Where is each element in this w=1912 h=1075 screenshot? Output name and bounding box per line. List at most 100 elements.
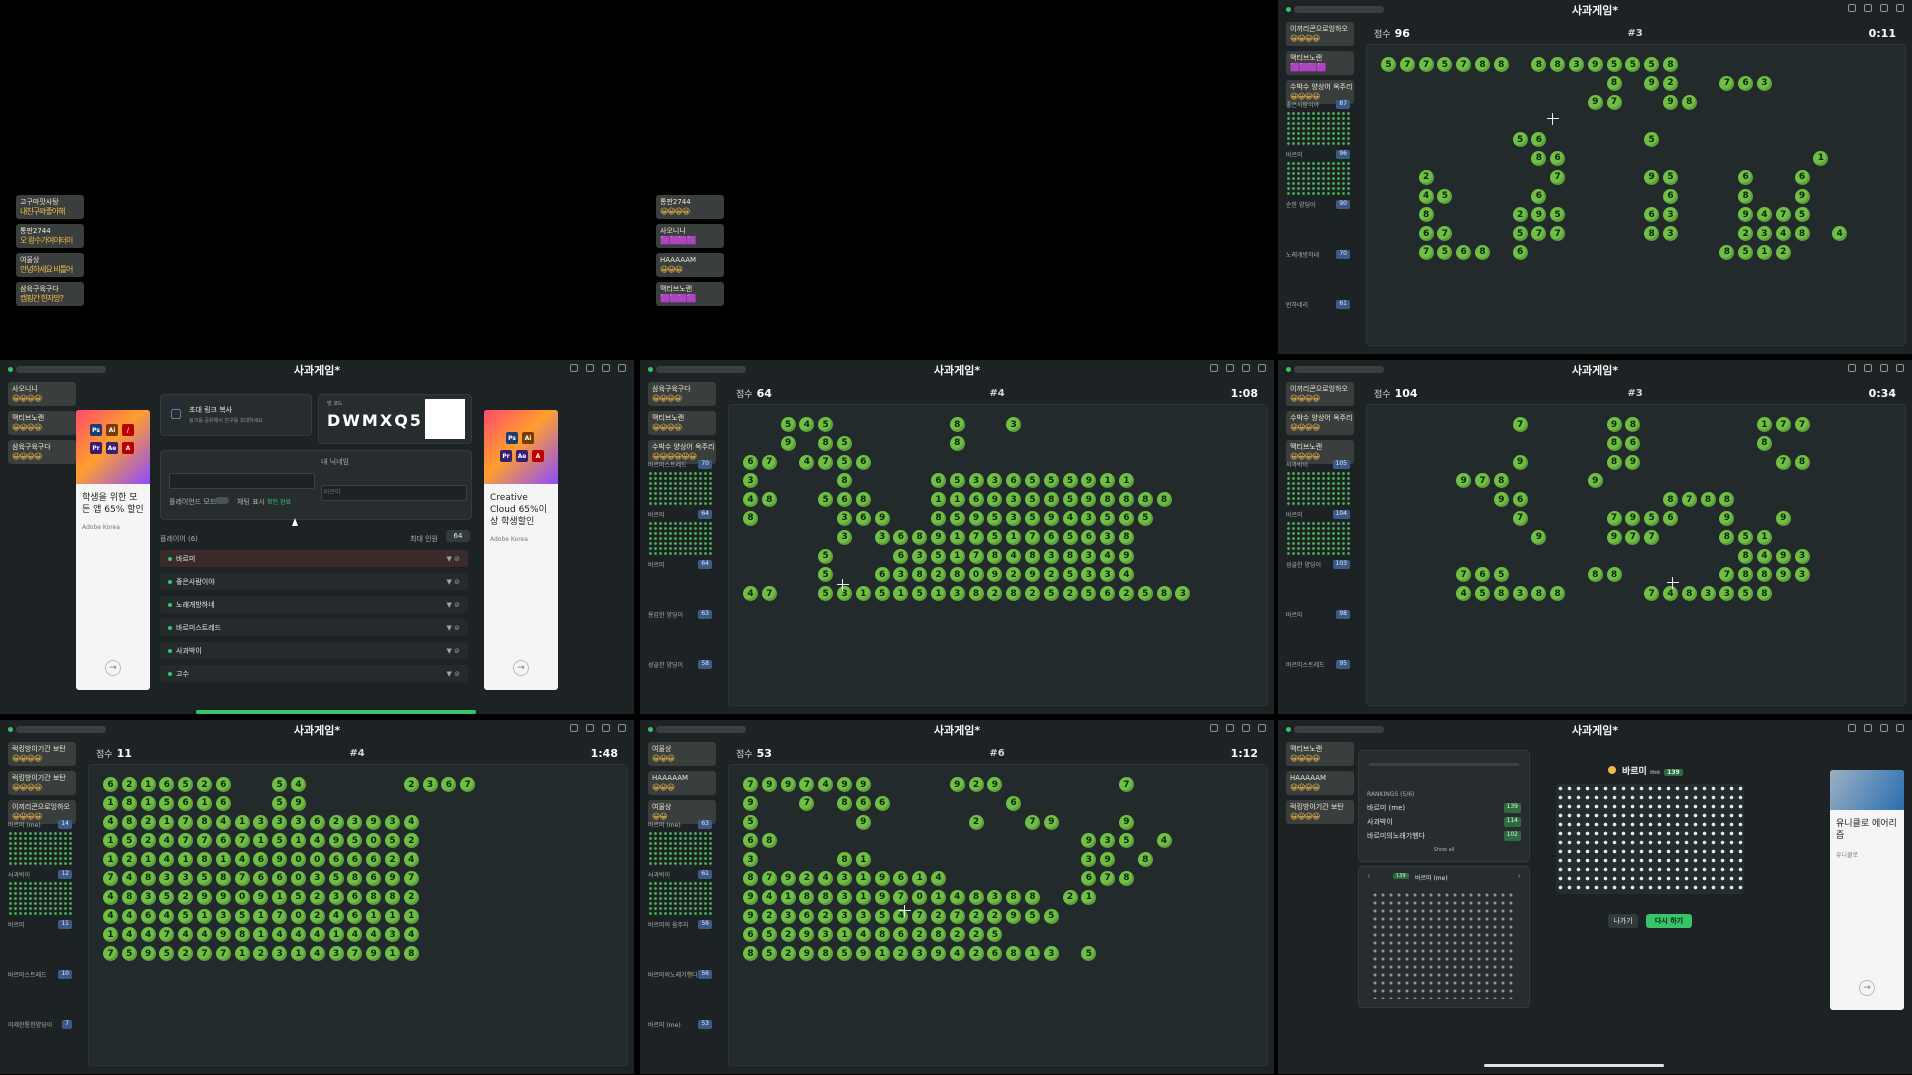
apple-cell[interactable]: 6: [103, 777, 118, 792]
apple-cell[interactable]: 5: [912, 586, 928, 602]
apple-cell[interactable]: 8: [1738, 567, 1754, 583]
apple-cell[interactable]: 9: [1644, 169, 1660, 185]
apple-cell[interactable]: 1: [366, 908, 382, 924]
apple-cell[interactable]: 3: [1700, 586, 1716, 602]
apple-cell[interactable]: 2: [761, 908, 777, 924]
apple-cell[interactable]: 7: [403, 870, 419, 886]
apple-cell[interactable]: 4: [761, 889, 777, 905]
apple-cell[interactable]: 4: [743, 586, 758, 602]
apple-cell[interactable]: 2: [1775, 244, 1791, 260]
apple-cell[interactable]: 7: [178, 833, 194, 849]
trash-icon[interactable]: [1242, 724, 1250, 732]
apple-cell[interactable]: 6: [855, 454, 871, 470]
apple-cell[interactable]: 9: [215, 927, 231, 943]
apple-cell[interactable]: 6: [1794, 169, 1810, 185]
apple-cell[interactable]: 8: [1606, 435, 1622, 451]
moon-icon[interactable]: [618, 724, 626, 732]
apple-cell[interactable]: 4: [103, 889, 118, 905]
apple-cell[interactable]: 3: [1756, 75, 1772, 91]
apple-cell[interactable]: 5: [272, 833, 288, 849]
apple-cell[interactable]: 4: [1156, 833, 1172, 849]
apple-cell[interactable]: 9: [1738, 207, 1754, 223]
apple-cell[interactable]: 8: [234, 927, 250, 943]
apple-cell[interactable]: 5: [987, 510, 1003, 526]
apple-cell[interactable]: 7: [1719, 567, 1735, 583]
apple-cell[interactable]: 3: [290, 814, 306, 830]
apple-cell[interactable]: 3: [1719, 586, 1735, 602]
arrow-right-icon[interactable]: →: [105, 660, 121, 676]
apple-cell[interactable]: 7: [761, 454, 777, 470]
apple-cell[interactable]: 3: [818, 927, 834, 943]
apple-cell[interactable]: 5: [1437, 57, 1453, 72]
apple-cell[interactable]: 9: [761, 777, 777, 792]
apple-cell[interactable]: 4: [818, 777, 834, 792]
apple-cell[interactable]: 9: [799, 946, 815, 962]
apple-cell[interactable]: 7: [1644, 586, 1660, 602]
progress-slider[interactable]: [1369, 763, 1519, 766]
apple-cell[interactable]: 8: [968, 586, 984, 602]
apple-cell[interactable]: 5: [1381, 57, 1396, 72]
apple-cell[interactable]: 9: [930, 529, 946, 545]
apple-cell[interactable]: 3: [159, 870, 175, 886]
apple-cell[interactable]: 4: [178, 927, 194, 943]
apple-cell[interactable]: 0: [290, 870, 306, 886]
apple-cell[interactable]: 9: [855, 777, 871, 792]
speaker-icon[interactable]: [1848, 4, 1856, 12]
apple-board[interactable]: 5458398586747563865336555911485681169358…: [728, 404, 1268, 706]
apple-cell[interactable]: 9: [1081, 492, 1097, 508]
apple-cell[interactable]: 7: [159, 927, 175, 943]
apple-cell[interactable]: 8: [121, 795, 137, 811]
apple-cell[interactable]: 3: [178, 870, 194, 886]
apple-cell[interactable]: 8: [743, 946, 758, 962]
apple-cell[interactable]: 4: [1756, 207, 1772, 223]
apple-cell[interactable]: 8: [1681, 94, 1697, 110]
apple-cell[interactable]: 7: [1550, 226, 1566, 242]
apple-cell[interactable]: 5: [1024, 473, 1040, 489]
apple-cell[interactable]: 7: [347, 946, 363, 962]
gear-icon[interactable]: [1226, 364, 1234, 372]
apple-cell[interactable]: 2: [178, 889, 194, 905]
apple-cell[interactable]: 2: [780, 927, 796, 943]
apple-cell[interactable]: 0: [234, 889, 250, 905]
apple-cell[interactable]: 6: [1512, 244, 1528, 260]
apple-cell[interactable]: 1: [1756, 529, 1772, 545]
apple-cell[interactable]: 5: [272, 795, 288, 811]
apple-cell[interactable]: 8: [1531, 586, 1547, 602]
apple-cell[interactable]: 7: [1644, 529, 1660, 545]
apple-cell[interactable]: 2: [949, 927, 965, 943]
apple-cell[interactable]: 4: [1100, 548, 1116, 564]
apple-cell[interactable]: 1: [1118, 473, 1134, 489]
apple-cell[interactable]: 3: [836, 908, 852, 924]
apple-cell[interactable]: 1: [949, 529, 965, 545]
apple-cell[interactable]: 8: [743, 870, 758, 886]
apple-cell[interactable]: 9: [1587, 473, 1603, 489]
apple-cell[interactable]: 6: [836, 492, 852, 508]
apple-cell[interactable]: 2: [140, 833, 156, 849]
apple-cell[interactable]: 9: [1006, 908, 1022, 924]
apple-cell[interactable]: 9: [1606, 417, 1622, 432]
apple-cell[interactable]: 8: [1006, 946, 1022, 962]
apple-cell[interactable]: 7: [103, 946, 118, 962]
player-row[interactable]: 바르미스트레드 ▼ ⊘: [160, 619, 468, 636]
apple-cell[interactable]: 6: [1512, 492, 1528, 508]
apple-cell[interactable]: 4: [215, 814, 231, 830]
apple-cell[interactable]: 6: [215, 833, 231, 849]
apple-cell[interactable]: 8: [196, 852, 212, 868]
apple-cell[interactable]: 3: [912, 946, 928, 962]
apple-cell[interactable]: 8: [347, 870, 363, 886]
apple-cell[interactable]: 3: [949, 586, 965, 602]
apple-cell[interactable]: 3: [1100, 529, 1116, 545]
apple-cell[interactable]: 5: [761, 946, 777, 962]
apple-cell[interactable]: 4: [309, 833, 325, 849]
apple-cell[interactable]: 3: [1006, 417, 1022, 432]
apple-cell[interactable]: 8: [1625, 417, 1641, 432]
apple-cell[interactable]: 5: [987, 529, 1003, 545]
apple-cell[interactable]: 3: [836, 510, 852, 526]
apple-cell[interactable]: 3: [874, 529, 890, 545]
apple-cell[interactable]: 8: [968, 889, 984, 905]
apple-cell[interactable]: 5: [1137, 586, 1153, 602]
room-name-input[interactable]: [169, 473, 315, 489]
apple-cell[interactable]: 9: [1794, 188, 1810, 204]
apple-cell[interactable]: 8: [743, 510, 758, 526]
apple-cell[interactable]: 9: [1775, 548, 1791, 564]
